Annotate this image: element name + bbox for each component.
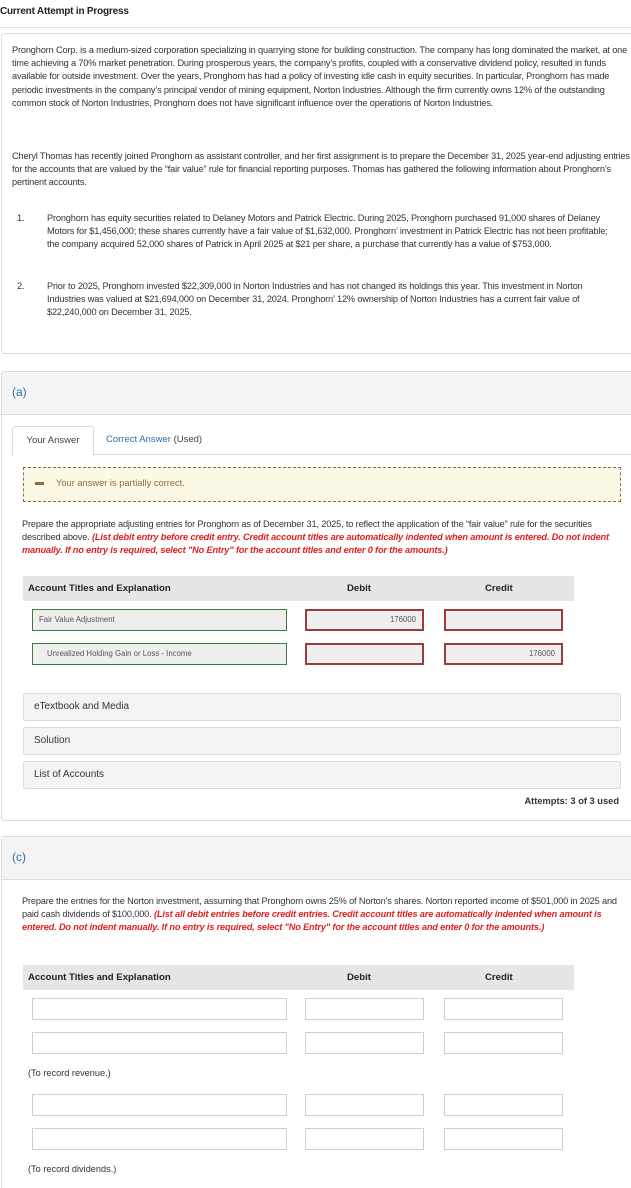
column-header-debit: Debit — [347, 583, 371, 594]
account-title-field[interactable] — [32, 998, 287, 1020]
memo-text: (To record revenue.) — [28, 1068, 111, 1078]
problem-paragraph: Cheryl Thomas has recently joined Prongh… — [12, 151, 630, 188]
instructions: Prepare the appropriate adjusting entrie… — [22, 518, 622, 557]
debit-field[interactable]: 176000 — [305, 609, 424, 631]
correct-answer-link[interactable]: Correct Answer — [106, 434, 171, 445]
part-a-card: (a) Your Answer Correct Answer (Used) Yo… — [1, 371, 631, 821]
journal-table-header: Account Titles and Explanation Debit Cre… — [23, 576, 574, 601]
debit-field[interactable] — [305, 1094, 424, 1116]
part-label: (a) — [12, 385, 27, 399]
column-header-title: Account Titles and Explanation — [28, 972, 171, 983]
column-header-title: Account Titles and Explanation — [28, 583, 171, 594]
list-number: 2. — [17, 281, 25, 291]
tab-your-answer[interactable]: Your Answer — [12, 426, 94, 456]
account-title-field[interactable]: Unrealized Holding Gain or Loss - Income — [32, 643, 287, 665]
credit-field[interactable] — [444, 609, 563, 631]
debit-field[interactable] — [305, 1032, 424, 1054]
credit-field[interactable] — [444, 998, 563, 1020]
list-of-accounts-button[interactable]: List of Accounts — [23, 761, 621, 789]
feedback-message: Your answer is partially correct. — [56, 478, 185, 488]
account-title-field[interactable] — [32, 1128, 287, 1150]
list-number: 1. — [17, 213, 25, 223]
credit-field[interactable] — [444, 1128, 563, 1150]
journal-row — [32, 1128, 572, 1150]
used-label: (Used) — [170, 434, 203, 445]
minus-icon — [35, 482, 44, 485]
answer-tabs: Your Answer Correct Answer (Used) — [12, 426, 631, 456]
journal-row — [32, 1032, 572, 1054]
tab-correct-answer[interactable]: Correct Answer (Used) — [106, 426, 202, 455]
part-a-header: (a) — [2, 372, 631, 415]
account-title-field[interactable]: Fair Value Adjustment — [32, 609, 287, 631]
problem-statement: Pronghorn Corp. is a medium-sized corpor… — [1, 33, 631, 354]
journal-row — [32, 998, 572, 1020]
solution-button[interactable]: Solution — [23, 727, 621, 755]
part-c-card: (c) Prepare the entries for the Norton i… — [1, 836, 631, 1188]
column-header-credit: Credit — [485, 583, 513, 594]
credit-field[interactable] — [444, 1094, 563, 1116]
attempts-counter: Attempts: 3 of 3 used — [524, 796, 619, 806]
credit-field[interactable]: 176000 — [444, 643, 563, 665]
debit-field[interactable] — [305, 1128, 424, 1150]
credit-field[interactable] — [444, 1032, 563, 1054]
journal-table-header: Account Titles and Explanation Debit Cre… — [23, 965, 574, 990]
journal-row: Unrealized Holding Gain or Loss - Income… — [32, 643, 572, 665]
part-label: (c) — [12, 850, 26, 864]
divider — [0, 27, 631, 28]
account-title-field[interactable] — [32, 1094, 287, 1116]
debit-field[interactable] — [305, 643, 424, 665]
column-header-debit: Debit — [347, 972, 371, 983]
instructions: Prepare the entries for the Norton inves… — [22, 895, 622, 934]
column-header-credit: Credit — [485, 972, 513, 983]
instruction-note: (List debit entry before credit entry. C… — [22, 532, 609, 555]
attempt-header: Current Attempt in Progress — [0, 6, 129, 17]
journal-row — [32, 1094, 572, 1116]
list-text: Prior to 2025, Pronghorn invested $22,30… — [47, 281, 583, 318]
part-c-header: (c) — [2, 837, 631, 880]
etextbook-button[interactable]: eTextbook and Media — [23, 693, 621, 721]
feedback-banner: Your answer is partially correct. — [23, 467, 621, 502]
list-text: Pronghorn has equity securities related … — [47, 213, 608, 250]
debit-field[interactable] — [305, 998, 424, 1020]
journal-row: Fair Value Adjustment 176000 — [32, 609, 572, 631]
account-title-field[interactable] — [32, 1032, 287, 1054]
problem-paragraph: Pronghorn Corp. is a medium-sized corpor… — [12, 45, 628, 108]
memo-text: (To record dividends.) — [28, 1164, 117, 1174]
